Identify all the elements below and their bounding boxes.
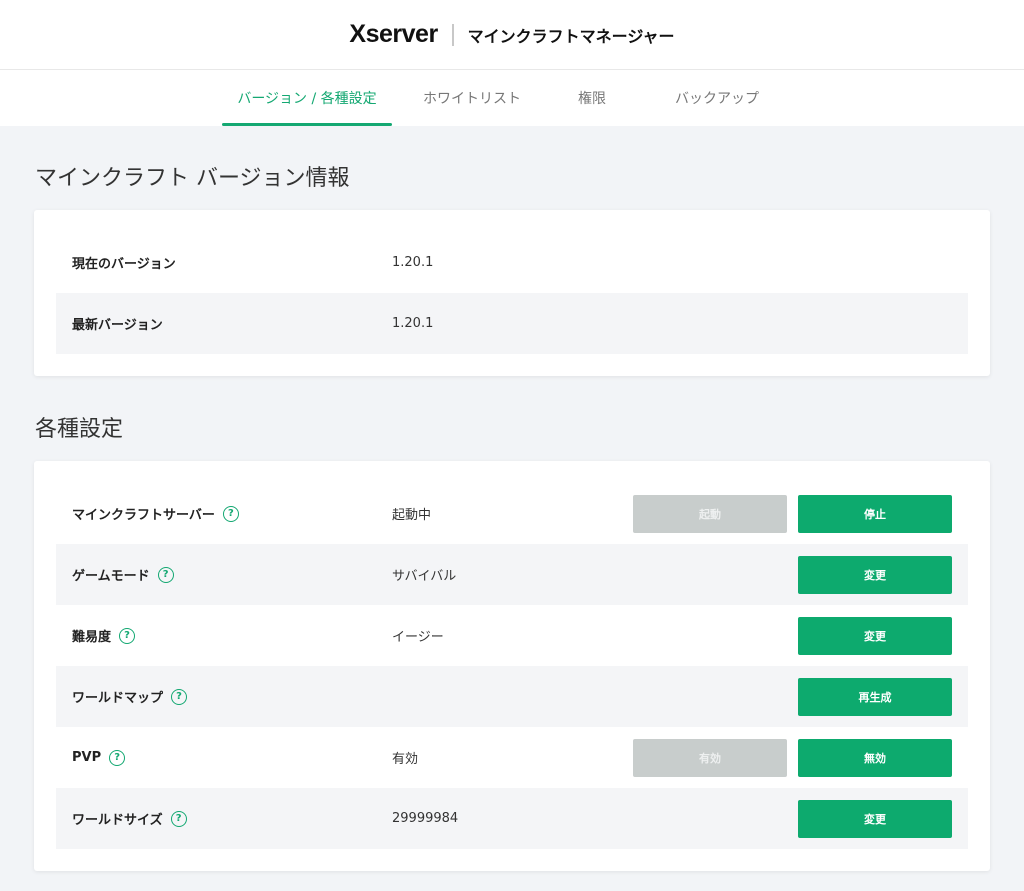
latest-version-label: 最新バージョン — [72, 318, 163, 333]
world-size-row: ワールドサイズ ? 29999984 変更 — [56, 788, 968, 849]
stop-server-button[interactable]: 停止 — [798, 494, 952, 533]
app-header: Xserver マインクラフトマネージャー — [0, 0, 1024, 70]
difficulty-value: イージー — [392, 630, 444, 645]
world-size-label: ワールドサイズ — [72, 813, 163, 828]
settings-card: マインクラフトサーバー ? 起動中 起動 停止 ゲームモード ? サバイバル 変… — [34, 461, 990, 871]
help-icon[interactable]: ? — [157, 566, 174, 583]
settings-section-title: 各種設定 — [35, 417, 124, 442]
tab-bar: バージョン / 各種設定 ホワイトリスト 権限 バックアップ — [0, 70, 1024, 126]
game-mode-label: ゲームモード — [72, 569, 150, 584]
logo[interactable]: Xserver マインクラフトマネージャー — [349, 20, 674, 49]
logo-divider — [451, 23, 454, 46]
main-content: マインクラフト バージョン情報 現在のバージョン 1.20.1 最新バージョン … — [0, 160, 1024, 871]
pvp-value: 有効 — [392, 752, 419, 767]
current-version-row: 現在のバージョン 1.20.1 — [56, 232, 968, 293]
game-mode-row: ゲームモード ? サバイバル 変更 — [56, 544, 968, 605]
tab-whitelist[interactable]: ホワイトリスト — [392, 70, 552, 126]
enable-pvp-button[interactable]: 有効 — [633, 738, 787, 777]
change-world-size-button[interactable]: 変更 — [798, 799, 952, 838]
change-difficulty-button[interactable]: 変更 — [798, 616, 952, 655]
tab-version-settings[interactable]: バージョン / 各種設定 — [222, 70, 392, 126]
brand-name: Xserver — [349, 20, 438, 48]
pvp-row: PVP ? 有効 有効 無効 — [56, 727, 968, 788]
pvp-label: PVP — [72, 750, 102, 765]
tab-backup[interactable]: バックアップ — [632, 70, 802, 126]
world-size-value: 29999984 — [392, 811, 459, 826]
help-icon[interactable]: ? — [171, 688, 188, 705]
product-name: マインクラフトマネージャー — [467, 26, 675, 46]
help-icon[interactable]: ? — [119, 627, 136, 644]
help-icon[interactable]: ? — [170, 810, 187, 827]
latest-version-value: 1.20.1 — [392, 316, 434, 331]
server-row: マインクラフトサーバー ? 起動中 起動 停止 — [56, 483, 968, 544]
change-game-mode-button[interactable]: 変更 — [798, 555, 952, 594]
start-server-button[interactable]: 起動 — [633, 494, 787, 533]
game-mode-value: サバイバル — [392, 569, 457, 584]
regenerate-world-button[interactable]: 再生成 — [798, 677, 952, 716]
difficulty-label: 難易度 — [72, 630, 112, 645]
server-status-value: 起動中 — [392, 508, 432, 523]
world-map-label: ワールドマップ — [72, 691, 164, 706]
current-version-label: 現在のバージョン — [72, 257, 176, 272]
version-section-title: マインクラフト バージョン情報 — [35, 166, 350, 191]
disable-pvp-button[interactable]: 無効 — [798, 738, 952, 777]
help-icon[interactable]: ? — [109, 749, 126, 766]
world-map-row: ワールドマップ ? 再生成 — [56, 666, 968, 727]
version-card: 現在のバージョン 1.20.1 最新バージョン 1.20.1 — [34, 210, 990, 376]
tab-permissions[interactable]: 権限 — [552, 70, 632, 126]
server-label: マインクラフトサーバー — [72, 508, 215, 523]
latest-version-row: 最新バージョン 1.20.1 — [56, 293, 968, 354]
current-version-value: 1.20.1 — [392, 255, 434, 270]
difficulty-row: 難易度 ? イージー 変更 — [56, 605, 968, 666]
help-icon[interactable]: ? — [222, 505, 239, 522]
